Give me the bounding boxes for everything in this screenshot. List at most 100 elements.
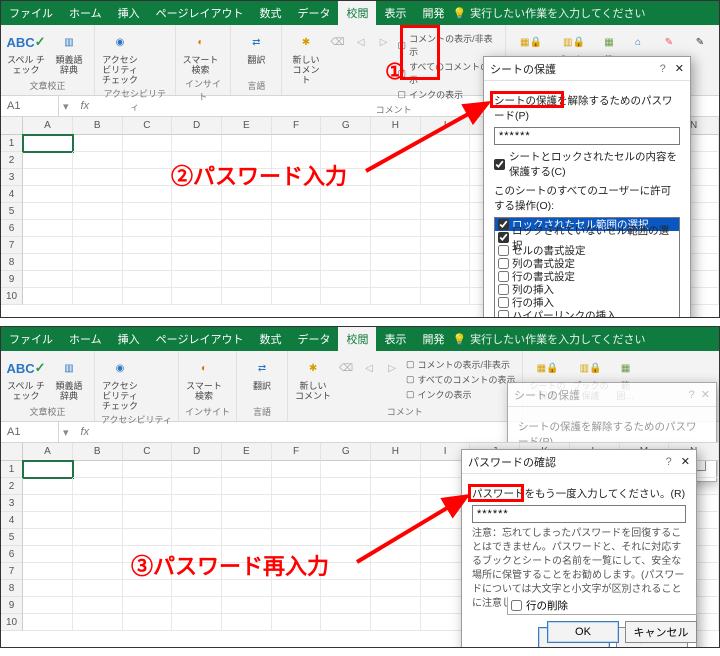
thesaurus-button[interactable]: ▥類義語 辞典 (50, 28, 88, 75)
cell[interactable] (371, 461, 421, 478)
cell[interactable] (23, 254, 73, 271)
cell[interactable] (172, 461, 222, 478)
dialog-help-button[interactable]: ? (660, 456, 678, 468)
tab-data[interactable]: データ (289, 327, 338, 351)
tab-formula[interactable]: 数式 (251, 327, 289, 351)
cell[interactable] (73, 580, 123, 597)
cell[interactable] (321, 478, 371, 495)
allow-option-checkbox[interactable] (498, 219, 509, 230)
fx-icon[interactable]: fx (73, 426, 98, 438)
password-input[interactable] (494, 127, 680, 145)
cell[interactable] (172, 495, 222, 512)
column-header[interactable]: F (272, 443, 322, 461)
tab-view[interactable]: 表示 (376, 1, 414, 25)
cell[interactable] (321, 461, 371, 478)
cell[interactable] (272, 461, 322, 478)
cell[interactable] (172, 186, 222, 203)
accessibility-button[interactable]: ◉アクセシビリティ チェック (101, 354, 139, 411)
cell[interactable] (172, 546, 222, 563)
cell[interactable] (123, 169, 173, 186)
row-header[interactable]: 1 (1, 135, 23, 152)
cell[interactable] (272, 152, 322, 169)
translate-button[interactable]: ⇄翻訳 (243, 354, 281, 391)
namebox-dropdown[interactable]: ▾ (59, 100, 73, 113)
cell[interactable] (272, 169, 322, 186)
column-header[interactable]: C (123, 117, 173, 135)
cell[interactable] (222, 271, 272, 288)
cell[interactable] (23, 203, 73, 220)
cell[interactable] (371, 580, 421, 597)
cell[interactable] (123, 478, 173, 495)
allow-option-checkbox[interactable] (498, 284, 509, 295)
cell[interactable] (371, 512, 421, 529)
cell[interactable] (371, 152, 421, 169)
cell[interactable] (123, 580, 173, 597)
column-header[interactable]: I (421, 117, 471, 135)
cell[interactable] (73, 254, 123, 271)
cell[interactable] (222, 546, 272, 563)
tab-data[interactable]: データ (289, 1, 338, 25)
column-header[interactable]: D (172, 117, 222, 135)
tab-insert[interactable]: 挿入 (110, 327, 148, 351)
cell[interactable] (371, 529, 421, 546)
cell[interactable] (321, 580, 371, 597)
cell[interactable] (172, 512, 222, 529)
cell[interactable] (23, 563, 73, 580)
cell[interactable] (222, 237, 272, 254)
tab-file[interactable]: ファイル (1, 1, 61, 25)
allow-option-checkbox[interactable] (498, 297, 509, 308)
cell[interactable] (123, 614, 173, 631)
dialog-close-button[interactable]: ✕ (675, 63, 684, 75)
cell[interactable] (23, 169, 73, 186)
cell[interactable] (172, 597, 222, 614)
tab-dev[interactable]: 開発 (414, 1, 452, 25)
cell[interactable] (371, 203, 421, 220)
cell[interactable] (73, 529, 123, 546)
cell[interactable] (371, 614, 421, 631)
cell[interactable] (23, 152, 73, 169)
cell[interactable] (222, 169, 272, 186)
cell[interactable] (321, 563, 371, 580)
cell[interactable] (222, 254, 272, 271)
cell[interactable] (272, 614, 322, 631)
tell-me-hint[interactable]: 💡 実行したい作業を入力してください (452, 331, 645, 347)
tab-home[interactable]: ホーム (61, 327, 110, 351)
cell[interactable] (421, 254, 471, 271)
cell[interactable] (23, 597, 73, 614)
tab-layout[interactable]: ページレイアウト (148, 327, 252, 351)
thesaurus-button[interactable]: ▥類義語 辞典 (50, 354, 88, 401)
cell[interactable] (222, 478, 272, 495)
smart-lookup-button[interactable]: ◐スマート 検索 (182, 28, 220, 75)
cell[interactable] (123, 186, 173, 203)
cell[interactable] (321, 271, 371, 288)
cell[interactable] (272, 546, 322, 563)
fx-icon[interactable]: fx (73, 100, 98, 112)
cell[interactable] (222, 580, 272, 597)
cell[interactable] (272, 512, 322, 529)
cell[interactable] (371, 237, 421, 254)
cell[interactable] (73, 271, 123, 288)
cell[interactable] (222, 512, 272, 529)
cell[interactable] (371, 546, 421, 563)
row-header[interactable]: 8 (1, 254, 23, 271)
allow-option-checkbox[interactable] (498, 245, 509, 256)
cell[interactable] (172, 254, 222, 271)
cell[interactable] (23, 288, 73, 305)
cell[interactable] (172, 220, 222, 237)
cell[interactable] (23, 495, 73, 512)
cell[interactable] (421, 152, 471, 169)
cell[interactable] (371, 186, 421, 203)
new-comment-button[interactable]: ✱新しい コメント (294, 354, 332, 401)
column-header[interactable]: D (172, 443, 222, 461)
column-header[interactable]: B (73, 443, 123, 461)
cell[interactable] (73, 546, 123, 563)
allow-option-checkbox[interactable] (498, 258, 509, 269)
cell[interactable] (73, 152, 123, 169)
cell[interactable] (123, 529, 173, 546)
cell[interactable] (321, 186, 371, 203)
cell[interactable] (321, 546, 371, 563)
select-all-corner[interactable] (1, 443, 23, 461)
column-header[interactable]: A (23, 117, 73, 135)
cell[interactable] (272, 597, 322, 614)
cell[interactable] (371, 220, 421, 237)
